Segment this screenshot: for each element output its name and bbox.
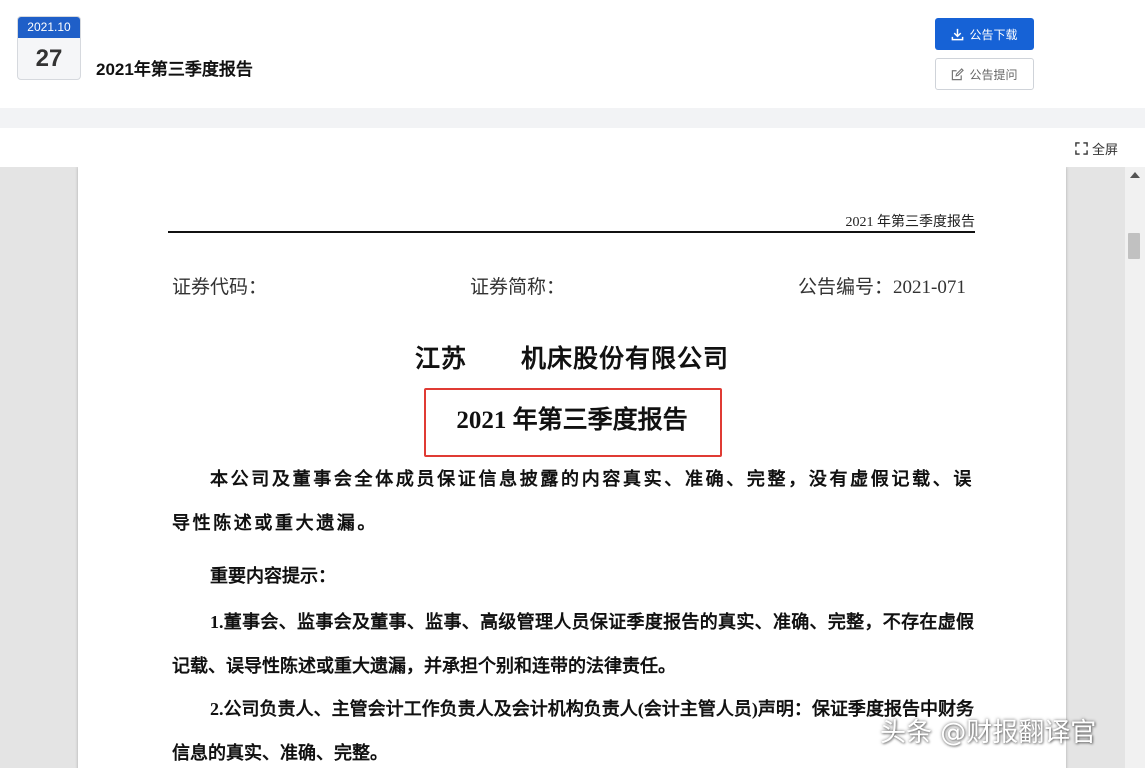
scroll-up-arrow-icon[interactable] — [1130, 172, 1140, 178]
tip-item-1: 1.董事会、监事会及董事、监事、高级管理人员保证季度报告的真实、准确、完整，不存… — [172, 612, 974, 676]
scroll-thumb[interactable] — [1128, 233, 1140, 259]
company-name: 江苏 机床股份有限公司 — [78, 339, 1066, 375]
report-title: 2021 年第三季度报告 — [456, 407, 688, 434]
disclosure-statement: 本公司及董事会全体成员保证信息披露的内容真实、准确、完整，没有虚假记载、误导性陈… — [172, 469, 974, 533]
fullscreen-button[interactable]: 全屏 — [1075, 139, 1118, 158]
security-abbreviation: 证券简称： — [470, 277, 566, 298]
security-code: 证券代码： — [172, 277, 268, 298]
download-button[interactable]: 公告下载 — [935, 18, 1034, 50]
announcement-header: 2021.10 27 2021年第三季度报告 公告下载 公告提问 — [0, 0, 1145, 108]
fullscreen-icon — [1075, 142, 1088, 155]
ask-label: 公告提问 — [969, 67, 1018, 82]
tips-heading: 重要内容提示： — [210, 566, 336, 586]
watermark: 头条 @财报翻译官 — [880, 718, 1097, 748]
date-badge: 2021.10 27 — [17, 16, 81, 80]
company-prefix: 江苏 — [414, 346, 467, 373]
pdf-viewer[interactable]: 2021 年第三季度报告 证券代码： 证券简称： 公告编号：2021-071 江… — [0, 167, 1125, 768]
date-day: 27 — [35, 45, 63, 72]
announcement-number: 公告编号：2021-071 — [798, 277, 966, 298]
date-year-month: 2021.10 — [18, 17, 80, 38]
header-divider — [0, 108, 1145, 128]
tip-item-2: 2.公司负责人、主管会计工作负责人及会计机构负责人(会计主管人员)声明：保证季度… — [172, 699, 974, 763]
company-suffix: 机床股份有限公司 — [521, 346, 730, 373]
edit-icon — [952, 67, 965, 80]
fullscreen-label: 全屏 — [1092, 142, 1119, 157]
vertical-scrollbar[interactable] — [1125, 167, 1145, 768]
page-title: 2021年第三季度报告 — [96, 60, 253, 79]
download-label: 公告下载 — [969, 27, 1018, 42]
pdf-page: 2021 年第三季度报告 证券代码： 证券简称： 公告编号：2021-071 江… — [78, 167, 1066, 768]
running-head: 2021 年第三季度报告 — [845, 215, 976, 230]
header-rule — [168, 231, 975, 233]
ask-question-button[interactable]: 公告提问 — [935, 58, 1034, 90]
download-icon — [952, 28, 964, 40]
viewer-toolbar: 全屏 — [0, 128, 1145, 167]
